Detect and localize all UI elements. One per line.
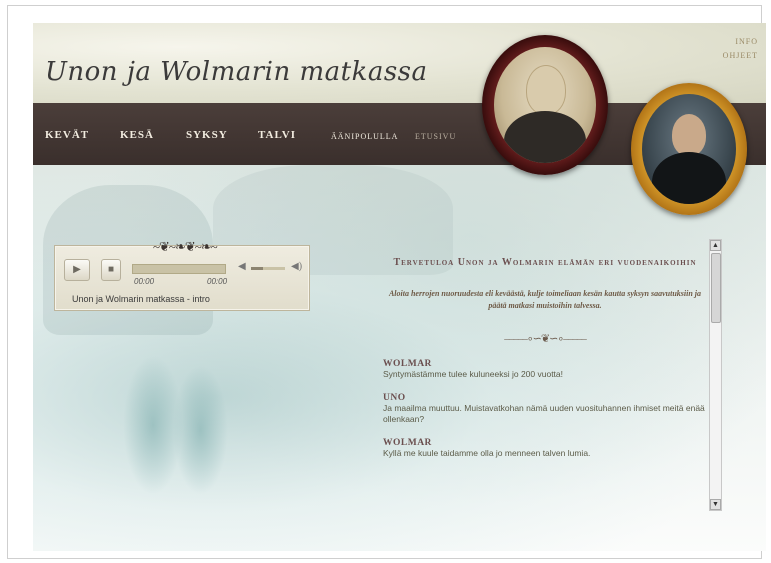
info-links: INFO OHJEET (723, 35, 758, 63)
progress-bar[interactable] (132, 264, 226, 274)
dialogue-speaker: WOLMAR (383, 438, 432, 448)
chevron-down-icon: ▼ (712, 500, 719, 508)
mute-icon[interactable]: ◀ (238, 261, 246, 272)
nav-summer[interactable]: KESÄ (120, 129, 154, 141)
nav-autumn[interactable]: SYKSY (186, 129, 228, 141)
welcome-heading: Tervetuloa Unon ja Wolmarin elämän eri v… (393, 257, 697, 268)
portrait-wolmar-photo (642, 94, 736, 204)
dialogue-speaker: UNO (383, 393, 406, 403)
play-icon: ▶ (73, 264, 81, 275)
portrait-uno-photo (494, 47, 596, 163)
portrait-wolmar-coat (652, 152, 726, 204)
browser-frame: Unon ja Wolmarin matkassa INFO OHJEET KE… (7, 5, 766, 559)
instructions-link[interactable]: OHJEET (723, 49, 758, 63)
time-elapsed: 00:00 (134, 277, 155, 286)
ornament-flourish: ~❦~❧❦~❧~ (153, 239, 218, 254)
scroll-thumb[interactable] (711, 253, 721, 323)
nav-home[interactable]: ETUSIVU (415, 132, 456, 141)
scroll-down-button[interactable]: ▼ (710, 499, 721, 510)
page: Unon ja Wolmarin matkassa INFO OHJEET KE… (33, 23, 766, 551)
volume-max-icon[interactable]: ◀) (291, 261, 302, 272)
info-link[interactable]: INFO (723, 35, 758, 49)
portrait-uno-face (526, 65, 566, 115)
volume-slider[interactable] (251, 267, 285, 270)
stop-icon: ■ (107, 264, 115, 275)
ghost-figure-right (173, 365, 228, 495)
dialogue-line: Syntymästämme tulee kuluneeksi jo 200 vu… (383, 369, 564, 379)
volume-level (251, 267, 263, 270)
portrait-wolmar-face (672, 114, 706, 156)
track-title: Unon ja Wolmarin matkassa - intro (72, 294, 210, 304)
nav-spring[interactable]: KEVÄT (45, 129, 89, 141)
chevron-up-icon: ▲ (712, 241, 719, 249)
intro-text: Aloita herrojen nuoruudesta eli keväästä… (388, 289, 702, 310)
portrait-wolmar (631, 83, 747, 215)
scroll-up-button[interactable]: ▲ (710, 240, 721, 251)
ornamental-divider: –––––∘∽❦∽∘––––– (504, 333, 586, 345)
stop-button[interactable]: ■ (101, 259, 121, 281)
nav-winter[interactable]: TALVI (258, 129, 296, 141)
time-total: 00:00 (207, 277, 228, 286)
portrait-uno-coat (504, 111, 586, 163)
site-title: Unon ja Wolmarin matkassa (45, 57, 428, 87)
audio-player: ~❦~❧❦~❧~ ▶ ■ 00:00 00:00 ◀ ◀) Unon ja Wo… (54, 239, 310, 311)
dialogue-line: Ja maailma muuttuu. Muistavatkohan nämä … (383, 403, 705, 424)
portrait-uno (482, 35, 608, 175)
dialogue-line: Kyllä me kuule taidamme olla jo menneen … (383, 448, 591, 458)
nav-audio-trail[interactable]: ÄÄNIPOLULLA (331, 132, 398, 141)
play-button[interactable]: ▶ (64, 259, 90, 281)
content-scrollbar[interactable]: ▲ ▼ (709, 239, 722, 511)
content-panel: Tervetuloa Unon ja Wolmarin elämän eri v… (380, 255, 710, 537)
dialogue-speaker: WOLMAR (383, 359, 432, 369)
